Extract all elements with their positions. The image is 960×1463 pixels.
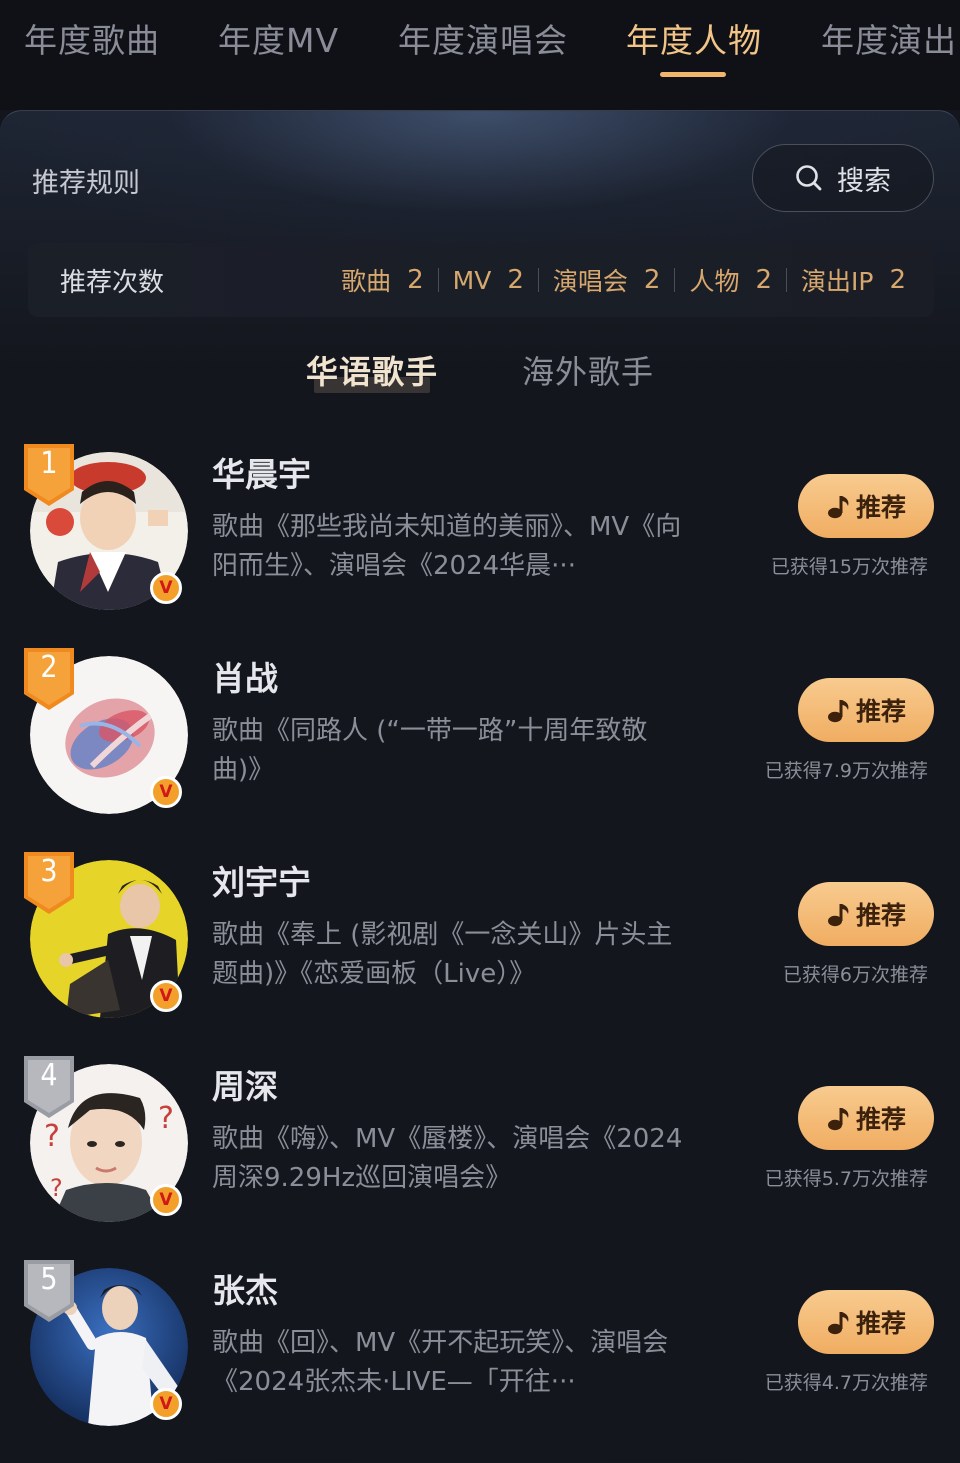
divider [786,268,787,292]
count-value: 2 [507,265,524,295]
verified-v-icon: V [150,572,182,604]
recommend-button[interactable]: 推荐 [798,474,934,538]
rank-number: 1 [40,446,58,481]
count-label: 人物 [689,267,740,296]
list-item[interactable]: ? ? ? 4 V 周深 歌曲《嗨》、MV《蜃楼》、演唱会《2024周深9.29… [0,1056,960,1268]
recommend-count: 已获得6万次推荐 [782,964,928,986]
avatar-container: 3 V [24,852,188,1018]
rank-number: 3 [40,854,58,889]
count-label: 演出IP [801,267,874,296]
music-note-icon [827,700,849,723]
svg-text:?: ? [158,1101,174,1136]
count-item-show-ip: 演出IP 2 [801,262,906,298]
avatar-container: 1 V [24,444,188,610]
divider [437,268,439,292]
count-value: 2 [755,265,772,295]
tab-annual-concerts[interactable]: 年度演唱会 [398,14,568,62]
artist-works: 歌曲《奉上 (影视剧《一念关山》片头主题曲)》《恋爱画板（Live）》 [212,920,673,989]
top-tab-bar: 年度歌曲 年度MV 年度演唱会 年度人物 年度演出 [0,0,960,110]
music-note-icon [827,904,849,927]
recommend-count-bar: 推荐次数 歌曲 2 MV 2 演唱会 2 人物 2 演出IP 2 [28,243,934,317]
verified-v-icon: V [150,980,182,1012]
count-value: 2 [407,265,424,295]
recommend-button[interactable]: 推荐 [798,882,934,946]
recommend-count: 已获得5.7万次推荐 [764,1168,928,1190]
list-item[interactable]: 2 V 肖战 歌曲《同路人 (“一带一路”十周年致敬曲)》 推荐 已获得7.9万… [0,648,960,860]
artist-works: 歌曲《同路人 (“一带一路”十周年致敬曲)》 [212,716,648,785]
artist-works: 歌曲《那些我尚未知道的美丽》、MV《向阳而生》、演唱会《2024华晨··· [212,512,682,581]
count-item-people: 人物 2 [689,262,772,298]
page: 年度歌曲 年度MV 年度演唱会 年度人物 年度演出 推荐规则 搜索 推荐次数 歌… [0,0,960,1463]
avatar-container: 5 V [24,1260,188,1426]
count-label: MV [452,265,492,295]
recommend-label: 推荐 [855,1105,906,1134]
search-button[interactable]: 搜索 [752,144,934,212]
recommend-label: 推荐 [855,697,906,726]
avatar-container: 2 V [24,648,188,814]
count-item-concerts: 演唱会 2 [553,262,661,298]
avatar-container: ? ? ? 4 V [24,1056,188,1222]
svg-text:?: ? [44,1119,60,1154]
recommend-count-list: 歌曲 2 MV 2 演唱会 2 人物 2 演出IP 2 [341,262,934,298]
recommend-label: 推荐 [855,901,906,930]
tab-annual-songs[interactable]: 年度歌曲 [24,14,160,62]
rank-number: 4 [40,1058,58,1093]
recommend-button[interactable]: 推荐 [798,678,934,742]
artist-name[interactable]: 肖战 [212,652,278,700]
recommend-button[interactable]: 推荐 [798,1290,934,1354]
recommend-count: 已获得7.9万次推荐 [764,760,928,782]
search-icon [796,165,822,191]
verified-v-icon: V [150,1184,182,1216]
active-tab-indicator [660,72,726,77]
verified-v-icon: V [150,1388,182,1420]
recommend-label: 推荐 [855,1309,906,1338]
recommend-count: 已获得4.7万次推荐 [764,1372,928,1394]
list-item[interactable]: 1 V 华晨宇 歌曲《那些我尚未知道的美丽》、MV《向阳而生》、演唱会《2024… [0,444,960,656]
tab-annual-shows[interactable]: 年度演出 [821,14,957,62]
list-item[interactable]: 3 V 刘宇宁 歌曲《奉上 (影视剧《一念关山》片头主题曲)》《恋爱画板（Liv… [0,852,960,1064]
verified-v-icon: V [150,776,182,808]
artist-name[interactable]: 刘宇宁 [212,856,311,904]
tab-overseas-singers[interactable]: 海外歌手 [522,347,654,393]
tab-annual-mv[interactable]: 年度MV [218,14,339,62]
artist-name[interactable]: 华晨宇 [212,448,311,496]
rank-number: 5 [40,1262,58,1297]
tab-chinese-singers[interactable]: 华语歌手 [306,347,438,393]
count-item-songs: 歌曲 2 [341,262,424,298]
list-item[interactable]: 5 V 张杰 歌曲《回》、MV《开不起玩笑》、演唱会《2024张杰未·LIVE—… [0,1260,960,1463]
svg-text:?: ? [50,1174,63,1202]
recommend-count: 已获得15万次推荐 [770,556,928,578]
recommend-count-title: 推荐次数 [60,267,165,298]
music-note-icon [827,496,849,519]
artist-name[interactable]: 张杰 [212,1264,278,1312]
artist-works: 歌曲《嗨》、MV《蜃楼》、演唱会《2024周深9.29Hz巡回演唱会》 [212,1124,683,1193]
music-note-icon [827,1108,849,1131]
recommend-button[interactable]: 推荐 [798,1086,934,1150]
count-value: 2 [643,265,661,295]
divider [537,268,539,292]
recommend-rules-title[interactable]: 推荐规则 [32,161,140,200]
divider [674,268,676,292]
recommend-label: 推荐 [855,493,906,522]
count-label: 歌曲 [341,267,392,296]
artist-name[interactable]: 周深 [212,1060,278,1108]
count-value: 2 [889,265,906,295]
count-label: 演唱会 [552,267,628,296]
artist-works: 歌曲《回》、MV《开不起玩笑》、演唱会《2024张杰未·LIVE—「开往··· [212,1328,669,1397]
tab-annual-people[interactable]: 年度人物 [626,14,762,62]
search-label: 搜索 [837,165,891,197]
rank-number: 2 [40,650,58,685]
count-item-mv: MV 2 [453,265,524,295]
music-note-icon [827,1312,849,1335]
